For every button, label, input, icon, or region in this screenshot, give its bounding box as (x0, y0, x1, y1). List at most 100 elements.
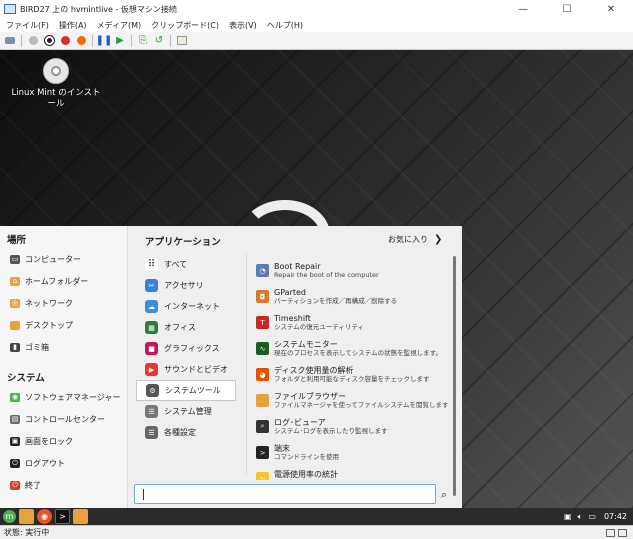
grid-icon: ⠿ (145, 258, 158, 271)
system-item[interactable]: ⏻ 終了 (0, 474, 127, 496)
menu-action[interactable]: 操作(A) (59, 20, 87, 31)
app-description: コマンドラインを使用 (274, 453, 339, 461)
app-description: パーティションを作成／再構成／削除する (274, 297, 398, 305)
search-input[interactable] (134, 484, 436, 504)
internet-icon: ☁ (145, 300, 158, 313)
app-list-scrollbar[interactable] (453, 256, 456, 496)
shutdown-icon: ⏻ (10, 480, 20, 490)
menu-file[interactable]: ファイル(F) (6, 20, 49, 31)
category-item[interactable]: ✂ アクセサリ (136, 275, 236, 296)
category-item[interactable]: ⚙ システムツール (136, 380, 236, 401)
taskbar-files-icon[interactable] (19, 509, 34, 524)
category-item[interactable]: ☰ システム管理 (136, 401, 236, 422)
category-label: 各種設定 (164, 428, 196, 437)
control-center-icon: ▤ (10, 414, 20, 424)
maximize-button[interactable]: ☐ (545, 0, 589, 18)
menu-view[interactable]: 表示(V) (229, 20, 257, 31)
places-item[interactable]: ◎ ネットワーク (0, 292, 127, 314)
desktop-icon-install-mint[interactable]: Linux Mint のインストール (8, 58, 104, 110)
checkpoint-icon[interactable]: ⎘ (136, 34, 150, 48)
shutdown-vm-icon[interactable] (58, 34, 72, 48)
system-item[interactable]: ▤ コントロールセンター (0, 408, 127, 430)
app-item[interactable]: ◕ ディスク使用量の解析 フォルダと利用可能なディスク容量をチェックします (256, 364, 452, 390)
taskbar-terminal-icon[interactable]: > (55, 509, 70, 524)
system-item[interactable]: ▣ 画面をロック (0, 430, 127, 452)
places-item[interactable]: デスクトップ (0, 314, 127, 336)
category-label: システム管理 (164, 407, 212, 416)
taskbar-folder-icon[interactable] (73, 509, 88, 524)
category-item[interactable]: ⠿ すべて (136, 254, 236, 275)
start-icon[interactable] (26, 34, 40, 48)
toolbar-separator (170, 34, 171, 47)
category-label: サウンドとビデオ (164, 365, 228, 374)
favorites-label: お気に入り (388, 235, 428, 244)
graphics-icon: ■ (145, 342, 158, 355)
app-text: Boot Repair Repair the boot of the comput… (274, 262, 379, 280)
category-item[interactable]: ☁ インターネット (136, 296, 236, 317)
app-text: ログ･ビューア システム･ログを表示したり監視します (274, 418, 388, 436)
clock[interactable]: 07:42 (604, 512, 627, 521)
app-text: 端末 コマンドラインを使用 (274, 444, 339, 462)
category-label: グラフィックス (164, 344, 220, 353)
app-item[interactable]: ∿ 電源使用率の統計電源使用率の情報を表示 (256, 468, 452, 480)
app-item[interactable]: > 端末 コマンドラインを使用 (256, 442, 452, 468)
tray-network-icon[interactable]: ▣ (564, 512, 572, 521)
start-menu: 場所 ▭ コンピューター ⌂ ホームフォルダー ◎ ネットワーク デスクトップ ▮ ゴミ箱 シス… (0, 226, 462, 508)
app-description: 電源使用率の情報を表示 (274, 479, 346, 480)
app-description: Repair the boot of the computer (274, 271, 379, 279)
system-item[interactable]: ◉ ソフトウェアマネージャー (0, 386, 127, 408)
app-item[interactable]: ∿ システムモニター 現在のプロセスを表示してシステムの状態を監視します。 (256, 338, 452, 364)
category-item[interactable]: ■ グラフィックス (136, 338, 236, 359)
category-list: ⠿ すべて ✂ アクセサリ ☁ インターネット ▦ オフィス ■ グラフィックス ▶ サウンドとビデオ… (136, 254, 236, 443)
app-name: ディスク使用量の解析 (274, 366, 354, 375)
menu-clipboard[interactable]: クリップボード(C) (151, 20, 219, 31)
menu-help[interactable]: ヘルプ(H) (267, 20, 303, 31)
gparted-icon: ◘ (256, 290, 269, 303)
vm-toolbar: ❚❚ ▶ ⎘ ↺ (0, 32, 633, 50)
category-item[interactable]: ▦ オフィス (136, 317, 236, 338)
taskbar: m ◉ > ▣ 🔈︎ ▭ 07:42 (0, 508, 633, 525)
places-item-label: コンピューター (25, 254, 81, 264)
application-list: ◔ Boot Repair Repair the boot of the compu… (256, 260, 452, 480)
revert-icon[interactable]: ↺ (152, 34, 166, 48)
volume-icon[interactable]: 🔈︎ (578, 512, 583, 522)
ctrl-alt-del-icon[interactable] (3, 34, 17, 48)
timeshift-icon: T (256, 316, 269, 329)
app-item[interactable]: ◘ GParted パーティションを作成／再構成／削除する (256, 286, 452, 312)
places-item[interactable]: ▮ ゴミ箱 (0, 336, 127, 358)
pause-icon[interactable]: ❚❚ (96, 34, 113, 48)
resume-icon[interactable]: ▶ (113, 34, 127, 48)
close-button[interactable]: ✕ (589, 0, 633, 18)
category-item[interactable]: ▶ サウンドとビデオ (136, 359, 236, 380)
window-title: BIRD27 上の hvmintlive - 仮想マシン接続 (20, 4, 177, 14)
app-item[interactable]: ⌕ ログ･ビューア システム･ログを表示したり監視します (256, 416, 452, 442)
enhanced-session-icon[interactable] (175, 34, 189, 48)
category-label: システムツール (165, 386, 221, 395)
category-label: すべて (164, 260, 188, 269)
turn-off-icon[interactable] (42, 34, 56, 48)
places-item[interactable]: ▭ コンピューター (0, 248, 127, 270)
system-title: システム (7, 373, 45, 384)
save-state-icon[interactable] (74, 34, 88, 48)
battery-icon[interactable]: ▭ (588, 512, 596, 521)
app-item[interactable]: ファイルブラウザー ファイルマネージャを使ってファイルシステムを閲覧します (256, 390, 452, 416)
system-item[interactable]: ⏻ ログアウト (0, 452, 127, 474)
menu-media[interactable]: メディア(M) (97, 20, 142, 31)
category-item[interactable]: ☰ 各種設定 (136, 422, 236, 443)
places-item[interactable]: ⌂ ホームフォルダー (0, 270, 127, 292)
lock-icon: ▣ (10, 436, 20, 446)
mint-menu-icon[interactable]: m (3, 510, 16, 523)
app-name: 電源使用率の統計 (274, 470, 338, 479)
search-icon[interactable]: ⌕ (441, 488, 447, 502)
applications-title: アプリケーション (145, 237, 221, 248)
window-controls: — ☐ ✕ (501, 0, 633, 18)
favorites-button[interactable]: お気に入り ❯ (388, 234, 442, 245)
app-item[interactable]: T Timeshift システムの復元ユーティリティ (256, 312, 452, 338)
firefox-icon[interactable]: ◉ (37, 509, 52, 524)
window-titlebar: BIRD27 上の hvmintlive - 仮想マシン接続 — ☐ ✕ (0, 0, 633, 18)
menubar: ファイル(F) 操作(A) メディア(M) クリップボード(C) 表示(V) ヘ… (0, 18, 633, 32)
places-item-label: ホームフォルダー (25, 276, 89, 286)
app-item[interactable]: ◔ Boot Repair Repair the boot of the compu… (256, 260, 452, 286)
app-text: Timeshift システムの復元ユーティリティ (274, 314, 364, 332)
minimize-button[interactable]: — (501, 0, 545, 18)
